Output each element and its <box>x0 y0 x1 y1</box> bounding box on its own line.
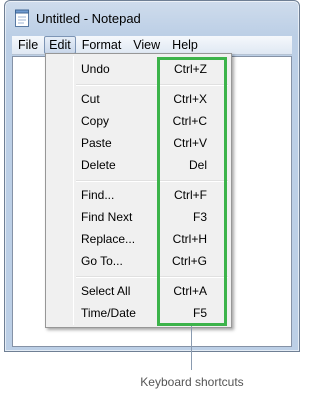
menu-item-label: Paste <box>81 136 112 150</box>
menu-item-label: Cut <box>81 92 100 106</box>
menu-format[interactable]: Format <box>76 36 128 55</box>
menu-item-label: Undo <box>81 62 110 76</box>
menu-file[interactable]: File <box>12 36 44 55</box>
menu-item-label: Find... <box>81 188 115 202</box>
menu-item-label: Find Next <box>81 210 133 224</box>
callout-line <box>191 326 192 370</box>
menu-item-label: Select All <box>81 284 131 298</box>
menu-item-label: Go To... <box>81 254 123 268</box>
menu-edit[interactable]: Edit <box>44 36 76 54</box>
menu-item-label: Delete <box>81 158 116 172</box>
callout-label: Keyboard shortcuts <box>140 375 244 389</box>
notepad-icon <box>15 9 29 27</box>
title-bar: Untitled - Notepad <box>5 1 299 35</box>
menu-item-label: Copy <box>81 114 110 128</box>
menu-help[interactable]: Help <box>166 36 204 55</box>
menu-item-label: Time/Date <box>81 306 136 320</box>
shortcuts-highlight-box <box>157 57 227 326</box>
menu-item-label: Replace... <box>81 232 136 246</box>
window-title: Untitled - Notepad <box>36 11 141 26</box>
menu-view[interactable]: View <box>127 36 166 55</box>
